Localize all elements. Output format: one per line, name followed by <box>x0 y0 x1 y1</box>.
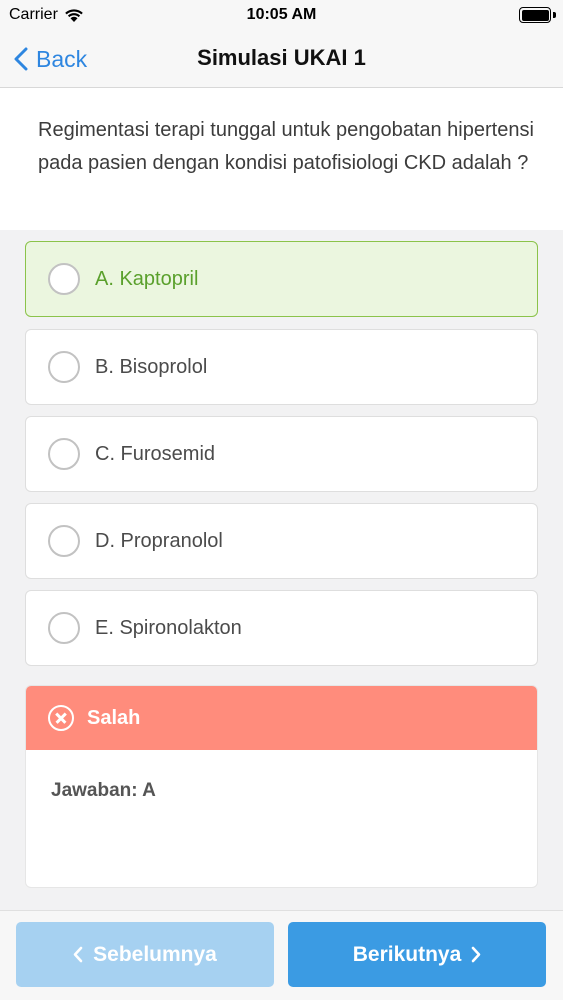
previous-button[interactable]: Sebelumnya <box>16 922 274 987</box>
previous-label: Sebelumnya <box>93 942 217 966</box>
close-circle-icon <box>48 705 74 731</box>
question-text: Regimentasi terapi tunggal untuk pengoba… <box>38 119 534 174</box>
option-label: A. Kaptopril <box>95 267 199 290</box>
chevron-left-icon <box>73 946 83 963</box>
battery-icon <box>519 7 551 23</box>
radio-circle-icon <box>48 351 80 383</box>
option-label: B. Bisoprolol <box>95 355 208 378</box>
correct-answer: Jawaban: A <box>51 780 156 801</box>
radio-circle-icon <box>48 612 80 644</box>
chevron-right-icon <box>471 946 481 963</box>
next-label: Berikutnya <box>352 942 462 966</box>
navigation-bar: Back Simulasi UKAI 1 <box>0 30 563 88</box>
result-header: Salah <box>26 686 537 750</box>
option-a[interactable]: A. Kaptopril <box>25 241 538 317</box>
option-b[interactable]: B. Bisoprolol <box>25 329 538 405</box>
result-card: Salah Jawaban: A <box>25 685 538 888</box>
radio-circle-icon <box>48 525 80 557</box>
option-label: C. Furosemid <box>95 442 216 465</box>
next-button[interactable]: Berikutnya <box>288 922 546 987</box>
option-e[interactable]: E. Spironolakton <box>25 590 538 666</box>
battery-tip <box>553 12 556 18</box>
bottom-bar: Sebelumnya Berikutnya <box>0 910 563 1000</box>
status-time: 10:05 AM <box>246 6 317 23</box>
option-label: D. Propranolol <box>95 529 223 552</box>
radio-circle-icon <box>48 263 80 295</box>
option-label: E. Spironolakton <box>95 616 242 639</box>
option-d[interactable]: D. Propranolol <box>25 503 538 579</box>
option-c[interactable]: C. Furosemid <box>25 416 538 492</box>
question-area: Regimentasi terapi tunggal untuk pengoba… <box>0 88 563 230</box>
main-content: Regimentasi terapi tunggal untuk pengoba… <box>0 88 563 910</box>
radio-circle-icon <box>48 438 80 470</box>
page-title: Simulasi UKAI 1 <box>197 45 366 70</box>
result-status: Salah <box>87 706 141 729</box>
status-bar: Carrier 10:05 AM <box>0 0 563 30</box>
